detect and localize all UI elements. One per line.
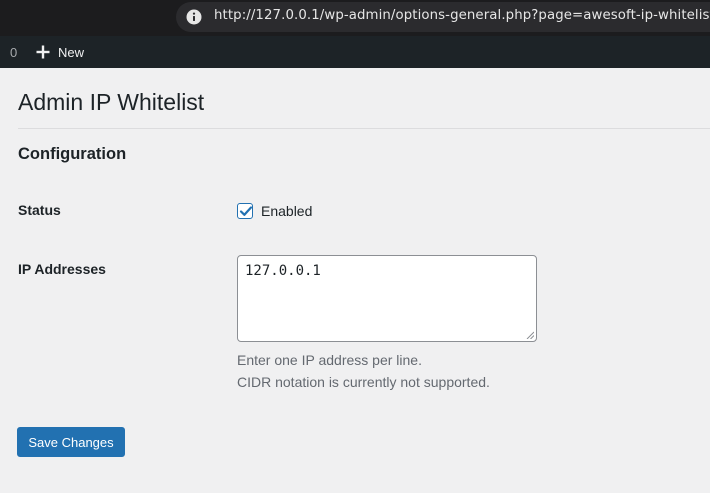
save-changes-button[interactable]: Save Changes <box>17 427 125 457</box>
page-title: Admin IP Whitelist <box>18 89 205 115</box>
new-content-label: New <box>58 44 85 60</box>
wp-admin-bar: 0 New <box>0 36 710 68</box>
help-text-line-2: CIDR notation is currently not supported… <box>237 374 490 390</box>
enabled-label: Enabled <box>261 203 313 219</box>
help-text-line-1: Enter one IP address per line. <box>237 352 422 368</box>
ip-addresses-textarea[interactable]: 127.0.0.1 <box>237 255 537 342</box>
comments-count[interactable]: 0 <box>10 45 17 60</box>
address-bar[interactable]: http://127.0.0.1/wp-admin/options-genera… <box>176 2 710 32</box>
new-content-button[interactable]: New <box>36 42 84 62</box>
url-text[interactable]: http://127.0.0.1/wp-admin/options-genera… <box>214 8 710 23</box>
enabled-checkbox[interactable] <box>237 203 253 219</box>
title-divider <box>18 128 710 129</box>
status-label: Status <box>18 202 61 218</box>
section-title: Configuration <box>18 145 127 163</box>
plus-icon <box>36 45 50 59</box>
info-icon[interactable] <box>186 9 202 25</box>
browser-toolbar: http://127.0.0.1/wp-admin/options-genera… <box>0 0 710 36</box>
ip-addresses-value: 127.0.0.1 <box>245 263 321 279</box>
checkmark-icon <box>239 206 253 216</box>
resize-handle-icon[interactable] <box>526 331 534 339</box>
ip-addresses-label: IP Addresses <box>18 261 106 277</box>
enabled-checkbox-field[interactable]: Enabled <box>237 203 312 219</box>
